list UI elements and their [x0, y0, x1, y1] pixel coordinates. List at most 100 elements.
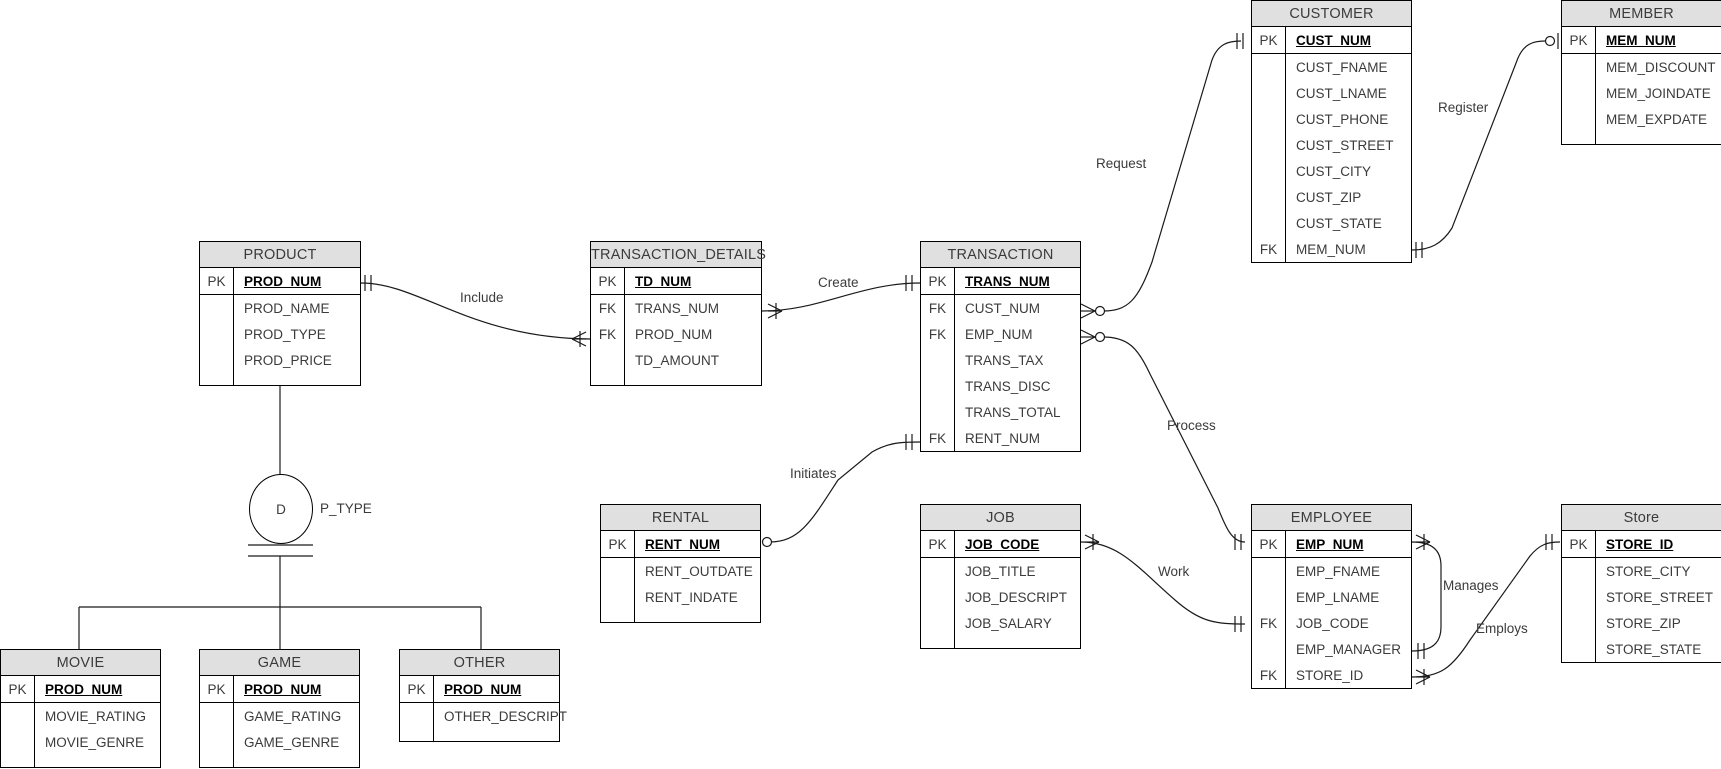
attr-row[interactable]: PK TD_NUM	[591, 268, 761, 294]
entity-employee[interactable]: EMPLOYEE PK EMP_NUM EMP_FNAME EMP_LNAME …	[1251, 504, 1412, 689]
attr-row[interactable]: PK TRANS_NUM	[921, 268, 1080, 294]
entity-game[interactable]: GAME PK PROD_NUM GAME_RATING GAME_GENRE	[199, 649, 360, 768]
attr-row[interactable]: RENT_INDATE	[601, 584, 760, 610]
attr-row[interactable]: FK JOB_CODE	[1252, 610, 1411, 636]
pk-group-transaction: PK TRANS_NUM	[921, 268, 1080, 294]
entity-title-member: MEMBER	[1562, 1, 1721, 27]
attr-row[interactable]: JOB_DESCRIPT	[921, 584, 1080, 610]
attr-row[interactable]: CUST_STATE	[1252, 210, 1411, 236]
attr-row[interactable]: CUST_CITY	[1252, 158, 1411, 184]
attr-name: TRANS_TOTAL	[965, 404, 1061, 420]
edge-request	[1102, 40, 1242, 312]
attr-row[interactable]: PK CUST_NUM	[1252, 27, 1411, 53]
attr-row[interactable]: TRANS_DISC	[921, 373, 1080, 399]
attr-row[interactable]: MOVIE_RATING	[1, 703, 160, 729]
attr-row-spacer	[1, 755, 160, 767]
edge-initiates	[769, 441, 921, 543]
attr-row[interactable]: STORE_CITY	[1562, 558, 1721, 584]
attr-row[interactable]: TD_AMOUNT	[591, 347, 761, 373]
attr-row[interactable]: TRANS_TAX	[921, 347, 1080, 373]
entity-store[interactable]: Store PK STORE_ID STORE_CITY STORE_STREE…	[1561, 504, 1721, 663]
attr-key: PK	[200, 268, 234, 294]
attr-row[interactable]: TRANS_TOTAL	[921, 399, 1080, 425]
entity-transaction-details[interactable]: TRANSACTION_DETAILS PK TD_NUM FK TRANS_N…	[590, 241, 766, 386]
attr-row[interactable]: CUST_FNAME	[1252, 54, 1411, 80]
attr-key	[921, 558, 955, 584]
entity-transaction[interactable]: TRANSACTION PK TRANS_NUM FK CUST_NUM FK …	[920, 241, 1081, 452]
attr-row[interactable]: MEM_JOINDATE	[1562, 80, 1721, 106]
entity-customer[interactable]: CUSTOMER PK CUST_NUM CUST_FNAME CUST_LNA…	[1251, 0, 1412, 263]
attr-row[interactable]: PROD_NAME	[200, 295, 360, 321]
attr-row[interactable]: GAME_GENRE	[200, 729, 359, 755]
attr-row[interactable]: STORE_STREET	[1562, 584, 1721, 610]
attr-row[interactable]: EMP_MANAGER	[1252, 636, 1411, 662]
relationship-label-employs: Employs	[1476, 621, 1528, 636]
pk-group-transaction-details: PK TD_NUM	[591, 268, 761, 294]
entity-movie[interactable]: MOVIE PK PROD_NUM MOVIE_RATING MOVIE_GEN…	[0, 649, 161, 768]
attr-row[interactable]: OTHER_DESCRIPT	[400, 703, 567, 729]
attr-row[interactable]: PROD_PRICE	[200, 347, 360, 373]
attr-row-spacer	[200, 373, 360, 385]
attr-name: CUST_FNAME	[1296, 59, 1388, 75]
attr-row[interactable]: PK EMP_NUM	[1252, 531, 1411, 557]
attr-name: CUST_CITY	[1296, 163, 1372, 179]
pk-group-movie: PK PROD_NUM	[1, 676, 160, 702]
attr-row[interactable]: CUST_ZIP	[1252, 184, 1411, 210]
attr-row[interactable]: JOB_TITLE	[921, 558, 1080, 584]
relationship-label-process: Process	[1167, 418, 1216, 433]
attr-row[interactable]: STORE_ZIP	[1562, 610, 1721, 636]
attr-row[interactable]: MEM_EXPDATE	[1562, 106, 1721, 132]
attr-row[interactable]: PK JOB_CODE	[921, 531, 1080, 557]
attr-row-spacer	[591, 373, 761, 385]
attr-name: EMP_LNAME	[1296, 589, 1380, 605]
attr-row[interactable]: FK CUST_NUM	[921, 295, 1080, 321]
attr-row[interactable]: FK STORE_ID	[1252, 662, 1411, 688]
attr-name: JOB_CODE	[965, 536, 1040, 552]
attr-name: MOVIE_RATING	[45, 708, 147, 724]
attr-row[interactable]: EMP_FNAME	[1252, 558, 1411, 584]
attr-row[interactable]: FK PROD_NUM	[591, 321, 761, 347]
attr-row[interactable]: CUST_PHONE	[1252, 106, 1411, 132]
attr-row[interactable]: GAME_RATING	[200, 703, 359, 729]
attr-row[interactable]: PK PROD_NUM	[200, 268, 360, 294]
attr-row[interactable]: PK MEM_NUM	[1562, 27, 1721, 53]
attr-name: STORE_CITY	[1606, 563, 1691, 579]
attr-row[interactable]: JOB_SALARY	[921, 610, 1080, 636]
attr-key	[921, 347, 955, 373]
attr-row[interactable]: PROD_TYPE	[200, 321, 360, 347]
attr-name: EMP_NUM	[1296, 536, 1364, 552]
attr-row[interactable]: PK RENT_NUM	[601, 531, 760, 557]
attr-row[interactable]: FK EMP_NUM	[921, 321, 1080, 347]
attr-row[interactable]: PK PROD_NUM	[1, 676, 160, 702]
attr-row[interactable]: MEM_DISCOUNT	[1562, 54, 1721, 80]
attr-group-employee: EMP_FNAME EMP_LNAME FK JOB_CODE EMP_MANA…	[1252, 557, 1411, 688]
attr-key: FK	[1252, 662, 1286, 688]
attr-key	[1562, 558, 1596, 584]
attr-group-movie: MOVIE_RATING MOVIE_GENRE	[1, 702, 160, 767]
attr-row[interactable]: PK STORE_ID	[1562, 531, 1721, 557]
attr-row[interactable]: EMP_LNAME	[1252, 584, 1411, 610]
attr-name: CUST_PHONE	[1296, 111, 1389, 127]
entity-title-store: Store	[1562, 505, 1721, 531]
attr-row[interactable]: CUST_STREET	[1252, 132, 1411, 158]
attr-key	[1, 729, 35, 755]
attr-row[interactable]: CUST_LNAME	[1252, 80, 1411, 106]
entity-product[interactable]: PRODUCT PK PROD_NUM PROD_NAME PROD_TYPE …	[199, 241, 361, 386]
attr-row[interactable]: MOVIE_GENRE	[1, 729, 160, 755]
attr-row[interactable]: PK PROD_NUM	[400, 676, 559, 702]
attr-name: MEM_EXPDATE	[1606, 111, 1708, 127]
entity-other[interactable]: OTHER PK PROD_NUM OTHER_DESCRIPT	[399, 649, 567, 742]
attr-row[interactable]: RENT_OUTDATE	[601, 558, 760, 584]
attr-row[interactable]: STORE_STATE	[1562, 636, 1721, 662]
edge-manages	[1411, 541, 1442, 652]
attr-row[interactable]: FK RENT_NUM	[921, 425, 1080, 451]
attr-name: CUST_STREET	[1296, 137, 1394, 153]
attr-row[interactable]: PK PROD_NUM	[200, 676, 359, 702]
attr-row[interactable]: FK TRANS_NUM	[591, 295, 761, 321]
entity-rental[interactable]: RENTAL PK RENT_NUM RENT_OUTDATE RENT_IND…	[600, 504, 761, 623]
entity-member[interactable]: MEMBER PK MEM_NUM MEM_DISCOUNT MEM_JOIND…	[1561, 0, 1721, 145]
attr-group-product: PROD_NAME PROD_TYPE PROD_PRICE	[200, 294, 360, 385]
attr-row[interactable]: FK MEM_NUM	[1252, 236, 1411, 262]
attr-name: PROD_NUM	[635, 326, 713, 342]
entity-job[interactable]: JOB PK JOB_CODE JOB_TITLE JOB_DESCRIPT J…	[920, 504, 1081, 649]
